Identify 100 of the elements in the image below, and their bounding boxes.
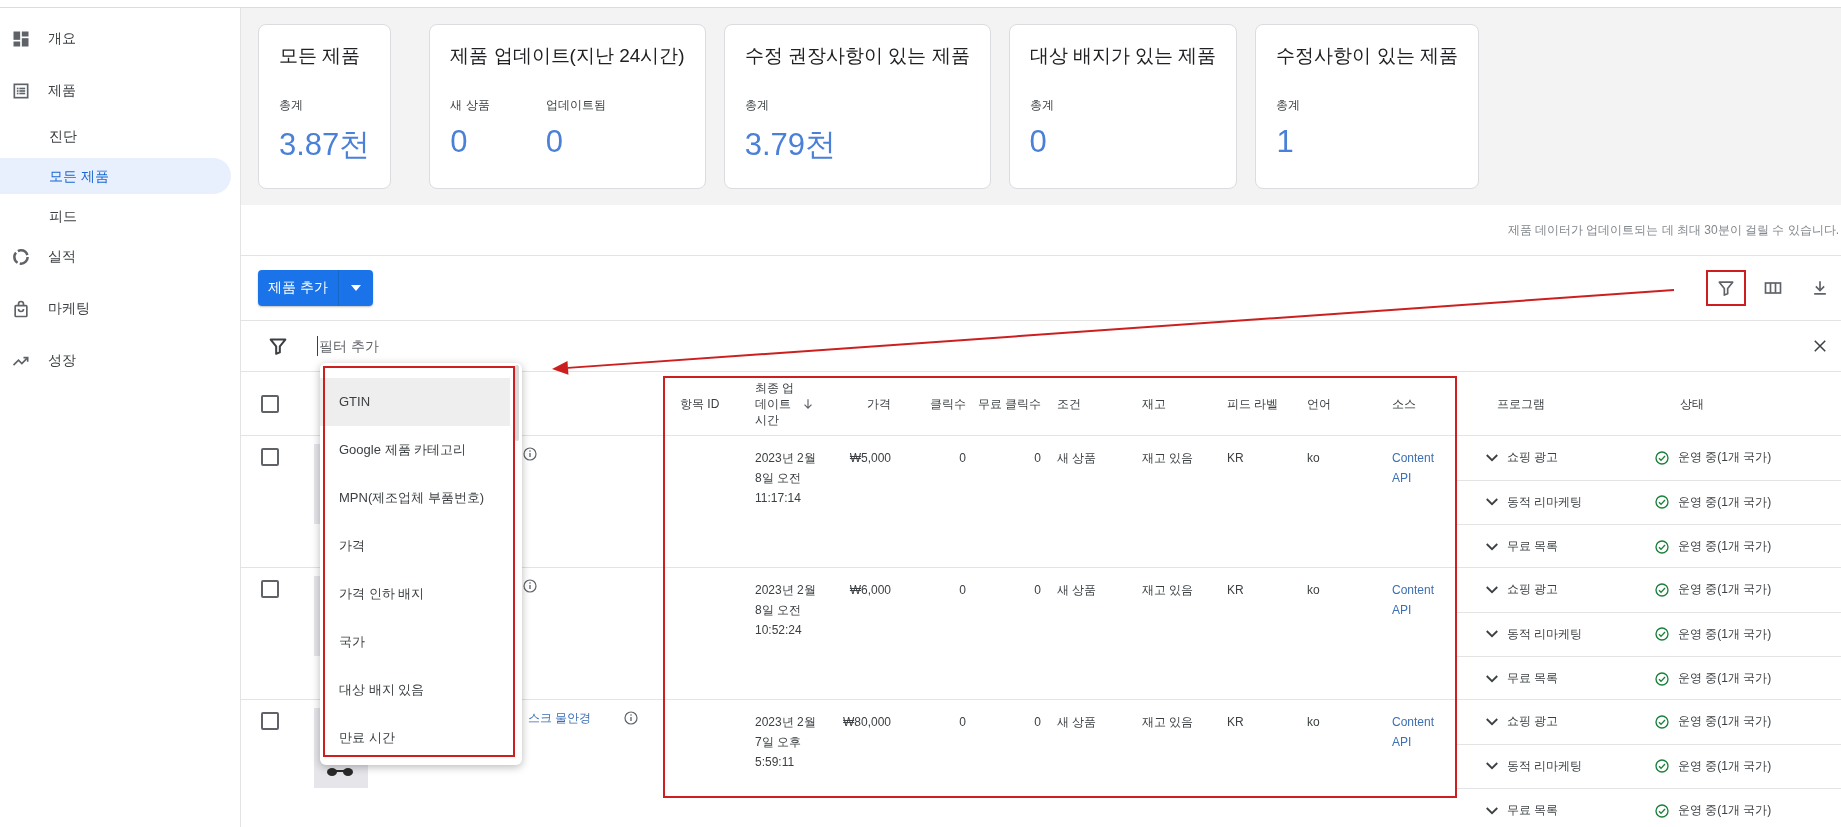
metric-label: 총계 (1276, 97, 1301, 114)
menu-item[interactable]: 가격 (320, 522, 510, 570)
metric-label: 업데이트됨 (545, 97, 606, 114)
table-cell: ko (1307, 451, 1320, 465)
metric-value: 3.79천 (744, 126, 837, 164)
status-text: 운영 중(1개 국가) (1678, 493, 1772, 511)
table-cell: 재고 있음 (1142, 715, 1194, 729)
column-header[interactable]: 소스 (1392, 395, 1416, 412)
table-cell: 재고 있음 (1142, 583, 1194, 597)
table-cell: 재고 있음 (1142, 451, 1194, 465)
checkbox[interactable] (261, 394, 279, 413)
checkbox[interactable] (261, 580, 279, 598)
column-header[interactable]: 피드 라벨 (1227, 395, 1279, 412)
annotation-frame (1706, 270, 1746, 306)
table-cell-text: 2023년 2월 8일 오전 11:17:14 (755, 450, 817, 507)
status-text: 운영 중(1개 국가) (1678, 625, 1772, 643)
dropdown-button[interactable] (338, 270, 373, 306)
info-icon (623, 710, 640, 726)
table-cell: 0 (959, 715, 966, 729)
table-cell: KR (1227, 451, 1244, 465)
status-text: 운영 중(1개 국가) (1678, 581, 1772, 599)
nav-subitem[interactable]: 피드 (0, 198, 231, 234)
check-circle-icon (1654, 671, 1670, 687)
donut-chart-icon (11, 247, 31, 267)
table-cell: ko (1307, 583, 1320, 597)
caret-icon (350, 285, 361, 291)
dashboard-icon (11, 29, 31, 49)
nav-subitem[interactable]: 모든 제품 (0, 158, 231, 194)
status-text: 운영 중(1개 국가) (1678, 802, 1772, 820)
info-icon (522, 578, 538, 594)
menu-item[interactable]: MPN(제조업체 부품번호) (320, 474, 510, 522)
table-cell: KR (1227, 583, 1244, 597)
column-header[interactable]: 무료 클릭수 (977, 395, 1041, 412)
program-name: 쇼핑 광고 (1507, 581, 1559, 599)
nav-item[interactable]: 실적 (0, 240, 240, 274)
table-cell: ₩80,000 (842, 715, 891, 729)
column-header[interactable]: 재고 (1142, 395, 1166, 412)
table-cell: 0 (1034, 583, 1041, 597)
card-title: 대상 배지가 있는 제품 (1029, 44, 1217, 68)
nav-item[interactable]: 제품 (0, 74, 240, 108)
status-text: 운영 중(1개 국가) (1678, 670, 1772, 688)
program-name: 무료 목록 (1507, 670, 1559, 688)
filter-icon (1716, 278, 1736, 298)
program-name: 동적 리마케팅 (1507, 625, 1583, 643)
column-header[interactable]: 클릭수 (930, 395, 966, 412)
check-circle-icon (1654, 539, 1670, 555)
menu-item[interactable]: 만료 시간 (320, 714, 510, 762)
table-cell: 0 (959, 451, 966, 465)
source-link[interactable]: Content API (1392, 448, 1448, 488)
card-title: 수정사항이 있는 제품 (1276, 44, 1458, 68)
nav-subitem[interactable]: 진단 (0, 118, 231, 154)
metric-label: 총계 (744, 97, 770, 114)
metric-label: 새 상품 (450, 97, 490, 114)
list-icon (11, 81, 31, 101)
menu-item[interactable]: 가격 인하 배지 (320, 570, 510, 618)
table-cell-text: 2023년 2월 7일 오후 5:59:11 (755, 714, 817, 771)
table-cell: ₩5,000 (849, 451, 891, 465)
check-circle-icon (1654, 494, 1670, 511)
column-header[interactable]: 언어 (1307, 395, 1331, 412)
menu-item[interactable]: GTIN (320, 378, 510, 426)
add-product-button[interactable]: 제품 추가 (258, 270, 339, 306)
column-header[interactable]: 조건 (1057, 395, 1081, 412)
column-header[interactable]: 프로그램 (1497, 395, 1545, 412)
nav-item[interactable]: 마케팅 (0, 292, 240, 326)
column-header[interactable]: 상태 (1680, 395, 1704, 412)
metric-value: 0 (450, 124, 469, 160)
product-title-link[interactable]: 스크 물안경 (528, 708, 592, 728)
status-text: 운영 중(1개 국가) (1678, 449, 1772, 467)
metric-value: 1 (1276, 124, 1295, 160)
metric-value: 0 (545, 124, 564, 160)
scrollbar-thumb[interactable] (515, 365, 519, 441)
menu-item[interactable]: 대상 배지 있음 (320, 666, 510, 714)
table-cell: 새 상품 (1057, 583, 1097, 597)
status-text: 운영 중(1개 국가) (1678, 713, 1772, 731)
table-cell-text: 2023년 2월 8일 오전 10:52:24 (755, 582, 817, 639)
column-header[interactable]: 항목 ID (680, 395, 720, 412)
nav-item[interactable]: 개요 (0, 22, 240, 56)
check-circle-icon (1654, 626, 1670, 643)
metric-value: 3.87천 (279, 126, 371, 164)
table-cell: 0 (959, 583, 966, 597)
program-name: 무료 목록 (1507, 538, 1559, 556)
program-name: 무료 목록 (1507, 802, 1559, 820)
column-header[interactable]: 가격 (867, 395, 891, 412)
info-note: 제품 데이터가 업데이트되는 데 최대 30분이 걸릴 수 있습니다. (1507, 221, 1839, 239)
checkbox[interactable] (261, 448, 279, 466)
source-link[interactable]: Content API (1392, 580, 1448, 620)
menu-item[interactable]: 국가 (320, 618, 510, 666)
column-header[interactable]: 최종 업데이트 시간 (755, 379, 795, 428)
table-cell: 새 상품 (1057, 451, 1097, 465)
program-name: 쇼핑 광고 (1507, 449, 1559, 467)
check-circle-icon (1654, 713, 1670, 730)
card-title: 수정 권장사항이 있는 제품 (744, 44, 970, 68)
nav-item[interactable]: 성장 (0, 344, 240, 378)
source-link[interactable]: Content API (1392, 712, 1448, 752)
table-cell: ko (1307, 715, 1320, 729)
check-circle-icon (1654, 758, 1670, 775)
checkbox[interactable] (261, 712, 279, 730)
shopping-bag-icon (11, 299, 31, 319)
metric-label: 총계 (1029, 97, 1054, 114)
menu-item[interactable]: Google 제품 카테고리 (320, 426, 510, 474)
